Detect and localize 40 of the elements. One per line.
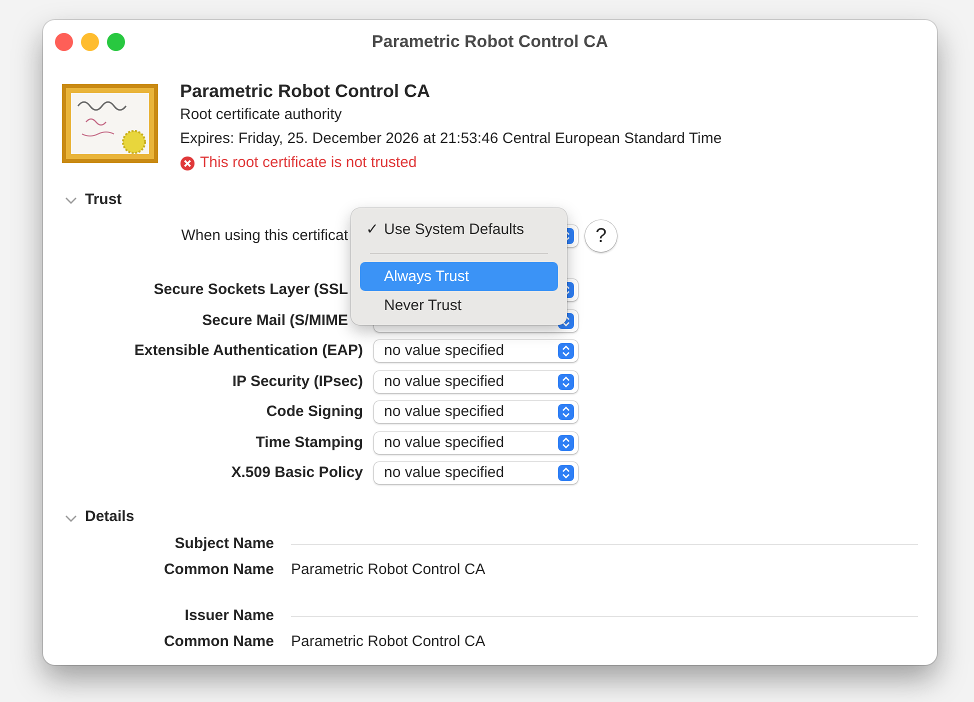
field-label: Common Name — [162, 560, 274, 580]
policy-label: Code Signing — [265, 402, 363, 422]
policy-label: Secure Mail (S/MIME — [201, 310, 349, 330]
field-value: Parametric Robot Control CA — [291, 632, 486, 652]
checkmark-icon: ✓ — [366, 215, 379, 244]
policy-label: Secure Sockets Layer (SSL — [152, 280, 349, 300]
section-title: Trust — [85, 190, 122, 210]
certificate-name: Parametric Robot Control CA — [180, 80, 432, 103]
trust-dropdown[interactable]: no value specified — [374, 432, 578, 454]
setting-label: When using this certificat — [180, 226, 349, 246]
stepper-icon — [558, 404, 574, 420]
trust-dropdown[interactable]: no value specified — [374, 370, 578, 393]
policy-label: X.509 Basic Policy — [230, 463, 363, 483]
zoom-button[interactable] — [107, 33, 125, 51]
expiry-date: Expires: Friday, 25. December 2026 at 21:53:46 Central European Standard Time — [180, 129, 722, 149]
stepper-icon — [558, 465, 574, 482]
group-heading: Subject Name — [174, 534, 274, 554]
minimize-button[interactable] — [81, 33, 99, 51]
certificate-icon — [62, 84, 158, 163]
error-icon — [180, 156, 195, 170]
stepper-icon — [558, 374, 574, 390]
stepper-icon — [558, 343, 574, 360]
menu-item[interactable]: ✓ Use System Defaults — [360, 215, 558, 244]
group-heading: Issuer Name — [184, 606, 274, 626]
close-button[interactable] — [55, 33, 73, 51]
trust-dropdown[interactable]: no value specified — [374, 340, 578, 362]
menu-item[interactable]: Never Trust — [360, 291, 558, 320]
certificate-type: Root certificate authority — [180, 105, 343, 125]
field-value: Parametric Robot Control CA — [291, 560, 486, 580]
trust-dropdown[interactable]: no value specified — [374, 462, 578, 484]
policy-label: IP Security (IPsec) — [231, 372, 363, 392]
field-label: Common Name — [162, 632, 274, 652]
stepper-icon — [558, 434, 574, 451]
window-title: Parametric Robot Control CA — [372, 32, 608, 51]
help-button[interactable]: ? — [585, 220, 617, 252]
policy-label: Time Stamping — [254, 432, 363, 452]
trust-dropdown[interactable]: no value specified — [374, 401, 578, 424]
policy-label: Extensible Authentication (EAP) — [133, 341, 363, 361]
warning-text: This root certificate is not trusted — [200, 153, 417, 173]
section-title: Details — [85, 507, 134, 528]
